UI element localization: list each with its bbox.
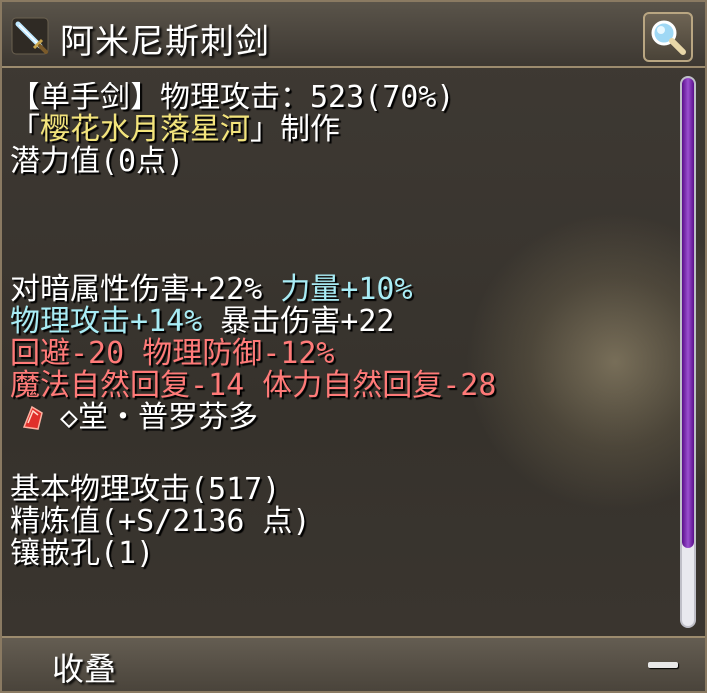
collapse-label: 收叠	[52, 650, 117, 688]
sword-icon	[10, 16, 50, 56]
magnifier-button[interactable]	[643, 12, 693, 62]
crystal-name: ◇堂・普罗芬多	[60, 400, 259, 435]
maker-line: 「樱花水月落星河」制作	[10, 114, 670, 146]
refine-line: 精炼值(+S/2136 点)	[10, 504, 311, 539]
stat-line-4: 魔法自然回复-14 体力自然回复-28	[10, 368, 497, 403]
base-attack-line: 基本物理攻击(517)	[10, 472, 281, 507]
weapon-type-attack: 【单手剑】物理攻击：523(70%)	[10, 82, 455, 115]
magnifier-icon	[651, 20, 686, 55]
red-gem-icon	[18, 403, 48, 440]
slots-line: 镶嵌孔(1)	[10, 536, 155, 571]
title-bar: 阿米尼斯刺剑	[2, 2, 705, 68]
stat-strength: 力量+10%	[280, 272, 413, 307]
stat-crit-damage: 暴击伤害+22	[202, 304, 395, 339]
item-detail-window: 阿米尼斯刺剑 【单手剑】物理攻击：523(70%) 「樱花水月落星河」制作 潜力…	[0, 0, 707, 693]
stat-line-2: 物理攻击+14% 暴击伤害+22	[10, 306, 670, 338]
crystal-line: ◇堂・普罗芬多	[10, 402, 670, 434]
stat-line-1: 对暗属性伤害+22% 力量+10%	[10, 274, 670, 306]
stat-dark-damage: 对暗属性伤害+22%	[10, 272, 281, 307]
maker-bracket-close: 」制作	[250, 112, 340, 147]
potential-line: 潜力值(0点)	[10, 144, 185, 179]
item-title: 阿米尼斯刺剑	[60, 22, 270, 62]
minus-icon[interactable]	[648, 662, 678, 668]
scrollbar-thumb[interactable]	[682, 78, 694, 548]
stat-line-3: 回避-20 物理防御-12%	[10, 336, 335, 371]
stat-physical-attack: 物理攻击+14%	[10, 304, 203, 339]
collapse-bar[interactable]: 收叠	[2, 636, 705, 691]
maker-bracket-open: 「	[10, 112, 40, 147]
item-details: 【单手剑】物理攻击：523(70%) 「樱花水月落星河」制作 潜力值(0点) 对…	[10, 82, 670, 630]
maker-name: 樱花水月落星河	[40, 112, 250, 147]
